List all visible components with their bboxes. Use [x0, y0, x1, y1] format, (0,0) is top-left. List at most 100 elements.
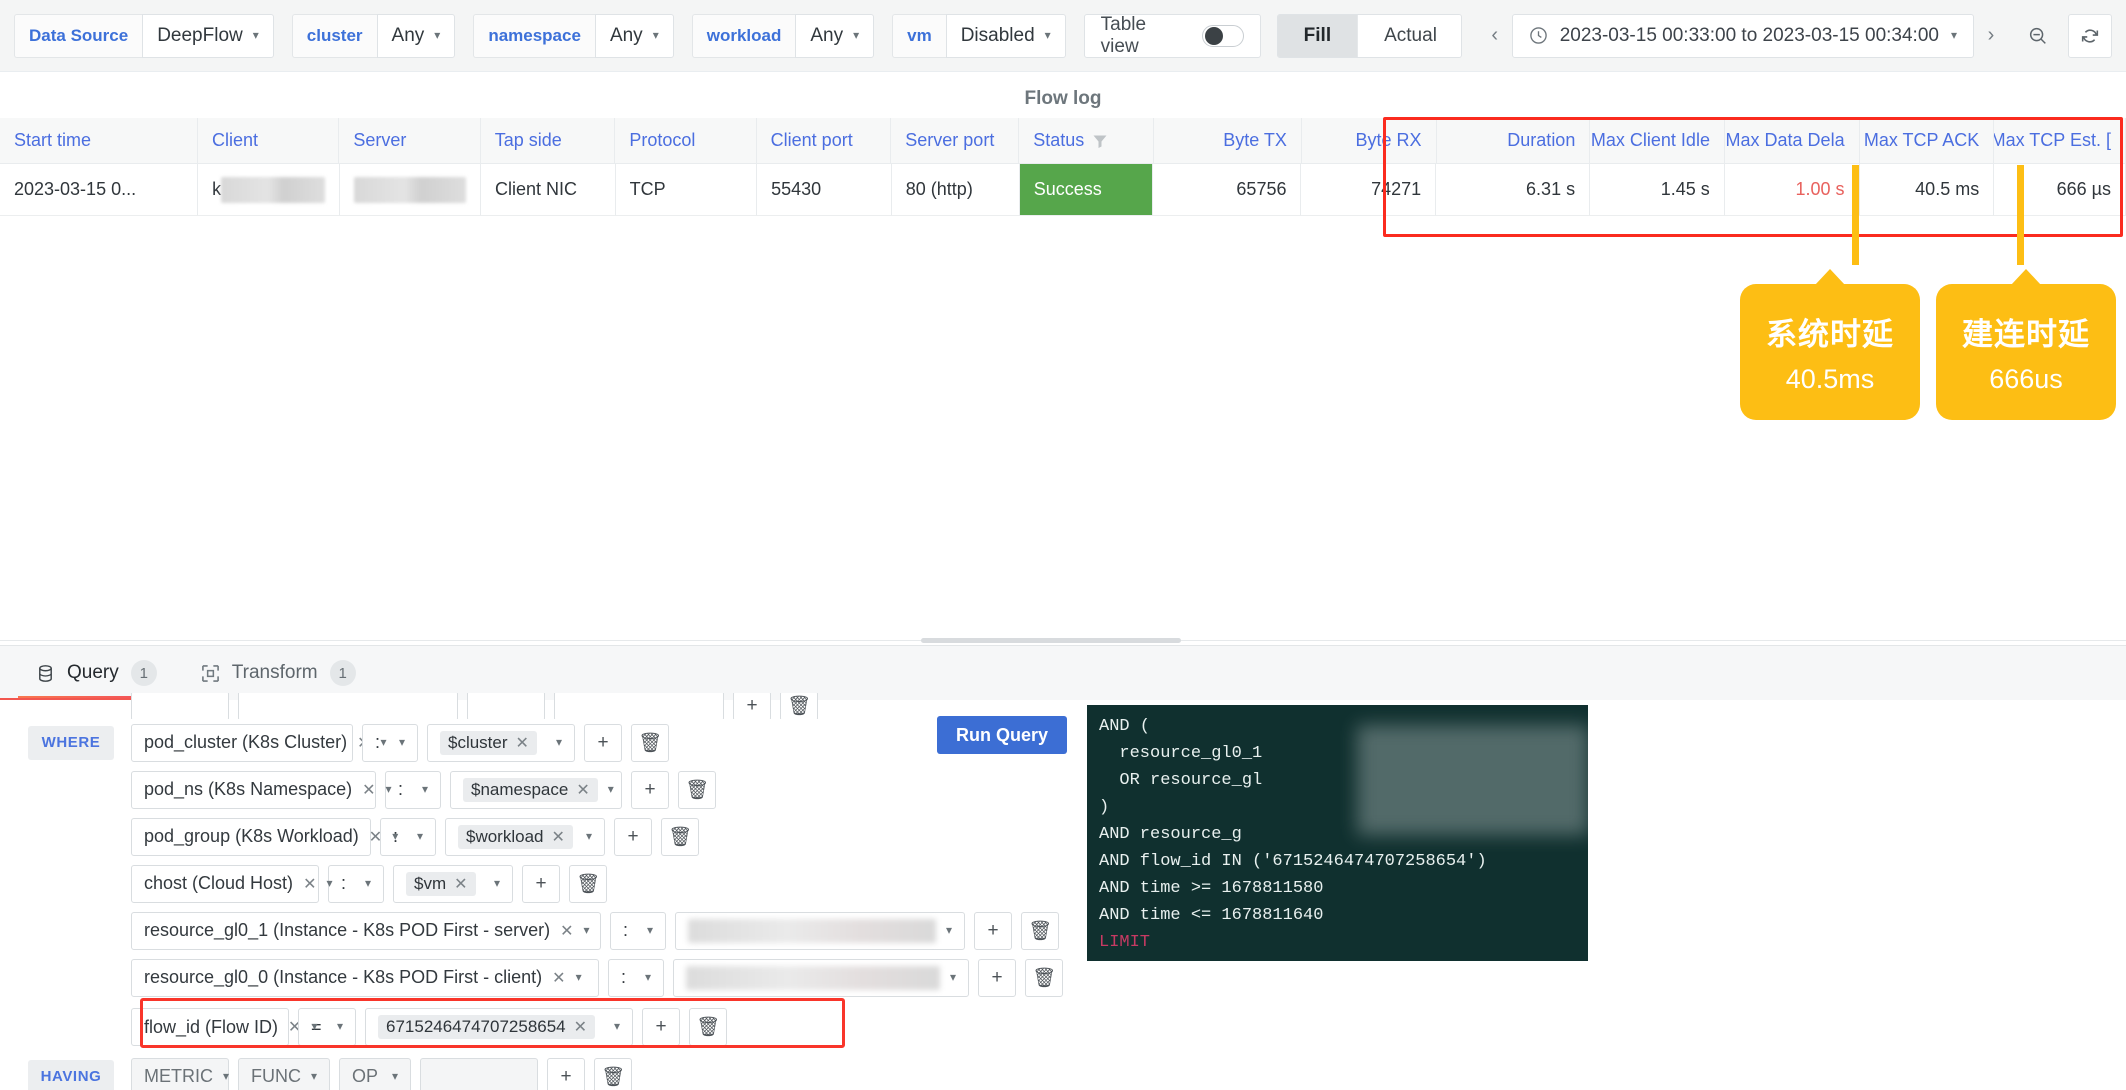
operator-select-pod-group[interactable]: : ▾ [380, 818, 436, 856]
add-clause-button-resource-gl0-0[interactable]: + [978, 959, 1016, 997]
variable-label-cluster[interactable]: cluster [292, 14, 377, 58]
refresh-button[interactable] [2068, 14, 2112, 58]
zoom-out-button[interactable] [2016, 14, 2060, 58]
operator-select-pod-ns[interactable]: : ▾ [385, 771, 441, 809]
chip-remove-icon[interactable]: ✕ [576, 780, 589, 800]
delete-clause-button-resource-gl0-1[interactable]: 🗑 [1021, 912, 1059, 950]
field-select-resource-gl0-0[interactable]: resource_gl0_0 (Instance - K8s POD First… [131, 959, 599, 997]
clear-icon[interactable]: ✕ [560, 921, 573, 941]
chip-remove-icon[interactable]: ✕ [516, 733, 529, 753]
add-clause-button-flow-id[interactable]: + [642, 1008, 680, 1046]
column-header-byte-tx[interactable]: Byte TX [1154, 118, 1302, 164]
partial-field-0[interactable] [131, 693, 229, 719]
clause-row-pod-ns[interactable]: pod_ns (K8s Namespace) ✕ ▾ : ▾ $namespac… [28, 766, 1063, 813]
delete-clause-button-pod-cluster[interactable]: 🗑 [631, 724, 669, 762]
column-header-start-time[interactable]: Start time [0, 118, 198, 164]
field-select-resource-gl0-1[interactable]: resource_gl0_1 (Instance - K8s POD First… [131, 912, 601, 950]
column-header-max-data-delay[interactable]: Max Data Dela [1725, 118, 1860, 164]
clear-icon[interactable]: ✕ [552, 968, 565, 988]
operator-select-flow-id[interactable]: = ▾ [298, 1008, 356, 1046]
variable-label-namespace[interactable]: namespace [473, 14, 595, 58]
tab-query[interactable]: Query 1 [18, 646, 175, 700]
value-select-pod-ns[interactable]: $namespace ✕ ▾ [450, 771, 622, 809]
variable-select-workload[interactable]: Any ▾ [795, 14, 874, 58]
operator-select-resource-gl0-1[interactable]: : ▾ [610, 912, 666, 950]
clause-row-partial[interactable]: + 🗑 [28, 693, 1063, 719]
column-header-server-port[interactable]: Server port [891, 118, 1019, 164]
chip-remove-icon[interactable]: ✕ [454, 874, 467, 894]
delete-clause-button-pod-ns[interactable]: 🗑 [678, 771, 716, 809]
delete-clause-button-resource-gl0-0[interactable]: 🗑 [1025, 959, 1063, 997]
tab-transform[interactable]: Transform 1 [183, 646, 374, 700]
variable-select-vm[interactable]: Disabled ▾ [946, 14, 1066, 58]
variable-label-workload[interactable]: workload [692, 14, 796, 58]
having-func-select[interactable]: FUNC ▾ [238, 1058, 330, 1090]
clear-icon[interactable]: ✕ [362, 780, 375, 800]
add-clause-button-having[interactable]: + [547, 1058, 585, 1090]
clause-row-resource-gl0-0[interactable]: resource_gl0_0 (Instance - K8s POD First… [28, 954, 1063, 1001]
clause-row-chost[interactable]: chost (Cloud Host) ✕ ▾ : ▾ $vm ✕ ▾ [28, 860, 1063, 907]
operator-select-resource-gl0-0[interactable]: : ▾ [608, 959, 664, 997]
clear-icon[interactable]: ✕ [303, 874, 316, 894]
clause-row-pod-group[interactable]: pod_group (K8s Workload) ✕ ▾ : ▾ $worklo… [28, 813, 1063, 860]
clause-row-flow-id[interactable]: flow_id (Flow ID) ✕ ▾ = ▾ 67152464747072… [28, 1001, 1063, 1053]
having-value-input[interactable] [420, 1058, 538, 1090]
delete-clause-button-chost[interactable]: 🗑 [569, 865, 607, 903]
field-select-flow-id[interactable]: flow_id (Flow ID) ✕ ▾ [131, 1008, 289, 1046]
partial-field-3[interactable] [554, 693, 724, 719]
add-clause-button-pod-cluster[interactable]: + [584, 724, 622, 762]
partial-field-2[interactable] [467, 693, 545, 719]
field-select-chost[interactable]: chost (Cloud Host) ✕ ▾ [131, 865, 319, 903]
operator-select-pod-cluster[interactable]: : ▾ [362, 724, 418, 762]
chip-remove-icon[interactable]: ✕ [552, 827, 565, 847]
column-header-max-tcp-est[interactable]: Max TCP Est. [ [1994, 118, 2126, 164]
table-view-toggle[interactable]: Table view [1084, 14, 1261, 58]
delete-clause-button-having[interactable]: 🗑 [594, 1058, 632, 1090]
column-header-byte-rx[interactable]: Byte RX [1302, 118, 1437, 164]
column-header-protocol[interactable]: Protocol [615, 118, 756, 164]
variable-select-namespace[interactable]: Any ▾ [595, 14, 674, 58]
operator-select-chost[interactable]: : ▾ [328, 865, 384, 903]
run-query-button[interactable]: Run Query [937, 716, 1067, 754]
clause-row-resource-gl0-1[interactable]: resource_gl0_1 (Instance - K8s POD First… [28, 907, 1063, 954]
clause-row-pod-cluster[interactable]: WHERE pod_cluster (K8s Cluster) ✕ ▾ : ▾ … [28, 719, 1063, 766]
field-select-pod-cluster[interactable]: pod_cluster (K8s Cluster) ✕ ▾ [131, 724, 353, 762]
time-prev-button[interactable]: ‹ [1478, 14, 1512, 58]
variable-label-vm[interactable]: vm [892, 14, 946, 58]
partial-add-button[interactable]: + [733, 693, 771, 719]
column-header-max-tcp-ack[interactable]: Max TCP ACK [1860, 118, 1995, 164]
table-row[interactable]: 2023-03-15 0... k Client NIC TCP 55430 8… [0, 164, 2126, 216]
variable-label-data-source[interactable]: Data Source [14, 14, 142, 58]
add-clause-button-chost[interactable]: + [522, 865, 560, 903]
field-select-pod-group[interactable]: pod_group (K8s Workload) ✕ ▾ [131, 818, 371, 856]
column-header-client[interactable]: Client [198, 118, 339, 164]
time-next-button[interactable]: › [1974, 14, 2008, 58]
segment-actual[interactable]: Actual [1357, 15, 1462, 57]
column-header-client-port[interactable]: Client port [757, 118, 892, 164]
value-select-chost[interactable]: $vm ✕ ▾ [393, 865, 513, 903]
filter-icon[interactable] [1092, 133, 1108, 149]
delete-clause-button-flow-id[interactable]: 🗑 [689, 1008, 727, 1046]
delete-clause-button-pod-group[interactable]: 🗑 [661, 818, 699, 856]
value-select-resource-gl0-0[interactable]: ▾ [673, 959, 969, 997]
segment-fill[interactable]: Fill [1278, 15, 1357, 57]
variable-select-cluster[interactable]: Any ▾ [377, 14, 456, 58]
field-select-pod-ns[interactable]: pod_ns (K8s Namespace) ✕ ▾ [131, 771, 376, 809]
value-select-resource-gl0-1[interactable]: ▾ [675, 912, 965, 950]
clause-row-having[interactable]: HAVING METRIC ▾ FUNC ▾ OP ▾ + � [28, 1053, 1063, 1090]
value-select-flow-id[interactable]: 6715246474707258654 ✕ ▾ [365, 1008, 633, 1046]
add-clause-button-resource-gl0-1[interactable]: + [974, 912, 1012, 950]
having-metric-select[interactable]: METRIC ▾ [131, 1058, 229, 1090]
having-op-select[interactable]: OP ▾ [339, 1058, 411, 1090]
partial-field-1[interactable] [238, 693, 458, 719]
column-header-duration[interactable]: Duration [1437, 118, 1591, 164]
column-header-tap-side[interactable]: Tap side [481, 118, 616, 164]
partial-delete-button[interactable]: 🗑 [780, 693, 818, 719]
column-header-status[interactable]: Status [1019, 118, 1154, 164]
value-select-pod-group[interactable]: $workload ✕ ▾ [445, 818, 605, 856]
value-select-pod-cluster[interactable]: $cluster ✕ ▾ [427, 724, 575, 762]
variable-select-data-source[interactable]: DeepFlow ▾ [142, 14, 274, 58]
time-range-picker[interactable]: 2023-03-15 00:33:00 to 2023-03-15 00:34:… [1512, 14, 1974, 58]
add-clause-button-pod-ns[interactable]: + [631, 771, 669, 809]
panel-resize-handle[interactable] [921, 638, 1181, 643]
